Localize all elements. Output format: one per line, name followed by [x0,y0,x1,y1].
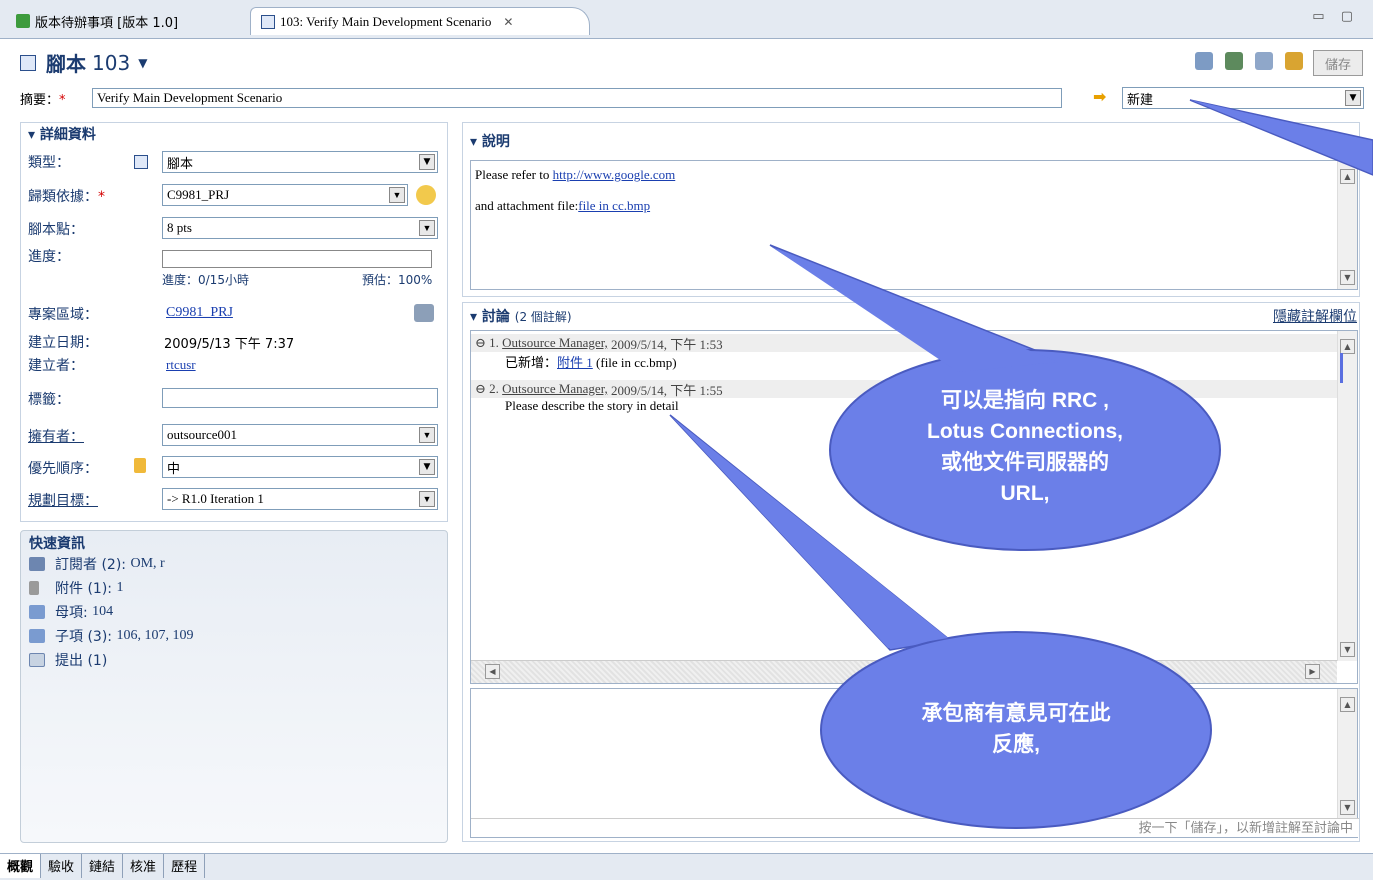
tab-approvals[interactable]: 核准 [123,854,165,878]
tab-acceptance[interactable]: 驗收 [41,854,83,878]
callout-2-text: 承包商有意見可在此 反應, [921,702,1111,756]
callout-1-text: 可以是指向 RRC , Lotus Connections, 或他文件司服器的 … [927,389,1123,505]
tab-overview[interactable]: 概觀 [0,854,42,878]
tab-history[interactable]: 歷程 [164,854,206,878]
tab-links[interactable]: 鏈結 [82,854,124,878]
editor-page-tabs: 概觀 驗收 鏈結 核准 歷程 [0,853,1373,880]
